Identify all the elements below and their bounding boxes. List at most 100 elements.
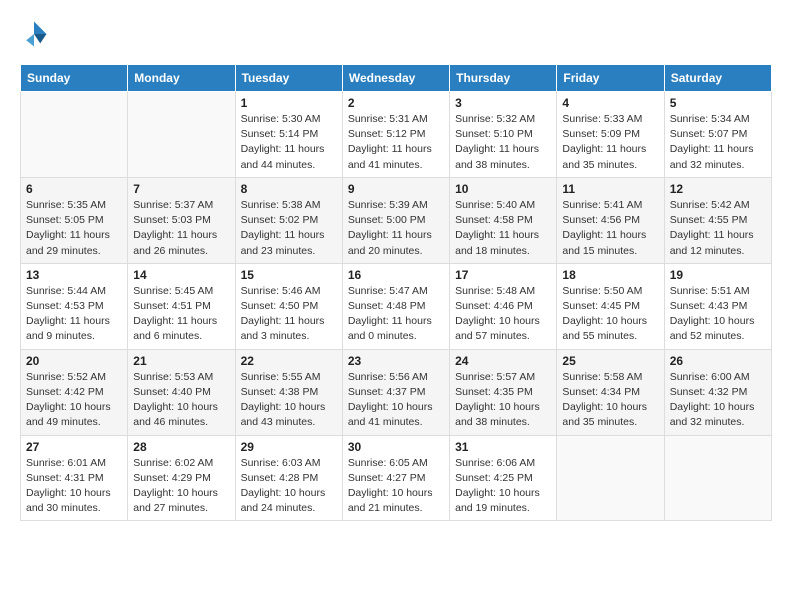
day-info: Sunrise: 5:48 AM Sunset: 4:46 PM Dayligh… xyxy=(455,284,551,345)
calendar-day-cell: 28 Sunrise: 6:02 AM Sunset: 4:29 PM Dayli… xyxy=(128,435,235,521)
calendar-day-cell xyxy=(664,435,771,521)
day-number: 11 xyxy=(562,182,658,196)
day-info: Sunrise: 5:41 AM Sunset: 4:56 PM Dayligh… xyxy=(562,198,658,259)
day-number: 24 xyxy=(455,354,551,368)
day-number: 22 xyxy=(241,354,337,368)
calendar-day-cell: 7Sunrise: 5:37 AM Sunset: 5:03 PM Daylig… xyxy=(128,177,235,263)
day-number: 6 xyxy=(26,182,122,196)
day-info: Sunrise: 5:51 AM Sunset: 4:43 PM Dayligh… xyxy=(670,284,766,345)
day-info: Sunrise: 5:33 AM Sunset: 5:09 PM Dayligh… xyxy=(562,112,658,173)
calendar-day-cell: 23Sunrise: 5:56 AM Sunset: 4:37 PM Dayli… xyxy=(342,349,449,435)
day-info: Sunrise: 5:52 AM Sunset: 4:42 PM Dayligh… xyxy=(26,370,122,431)
calendar-day-cell: 31Sunrise: 6:06 AM Sunset: 4:25 PM Dayli… xyxy=(450,435,557,521)
day-number: 8 xyxy=(241,182,337,196)
calendar-day-cell: 12 Sunrise: 5:42 AM Sunset: 4:55 PM Dayli… xyxy=(664,177,771,263)
day-number: 3 xyxy=(455,96,551,110)
day-info: Sunrise: 5:55 AM Sunset: 4:38 PM Dayligh… xyxy=(241,370,337,431)
calendar-day-cell: 6Sunrise: 5:35 AM Sunset: 5:05 PM Daylig… xyxy=(21,177,128,263)
calendar-day-cell: 4Sunrise: 5:33 AM Sunset: 5:09 PM Daylig… xyxy=(557,92,664,178)
day-info: Sunrise: 6:06 AM Sunset: 4:25 PM Dayligh… xyxy=(455,456,551,517)
calendar-day-cell xyxy=(557,435,664,521)
calendar-day-cell: 18 Sunrise: 5:50 AM Sunset: 4:45 PM Dayli… xyxy=(557,263,664,349)
weekday-label: Friday xyxy=(557,65,664,92)
logo-icon xyxy=(20,20,48,48)
day-info: Sunrise: 5:47 AM Sunset: 4:48 PM Dayligh… xyxy=(348,284,444,345)
calendar-week-row: 20Sunrise: 5:52 AM Sunset: 4:42 PM Dayli… xyxy=(21,349,772,435)
day-number: 10 xyxy=(455,182,551,196)
calendar-day-cell: 17Sunrise: 5:48 AM Sunset: 4:46 PM Dayli… xyxy=(450,263,557,349)
day-info: Sunrise: 5:44 AM Sunset: 4:53 PM Dayligh… xyxy=(26,284,122,345)
day-info: Sunrise: 6:02 AM Sunset: 4:29 PM Dayligh… xyxy=(133,456,229,517)
calendar-day-cell: 19 Sunrise: 5:51 AM Sunset: 4:43 PM Dayli… xyxy=(664,263,771,349)
day-info: Sunrise: 6:03 AM Sunset: 4:28 PM Dayligh… xyxy=(241,456,337,517)
day-info: Sunrise: 5:50 AM Sunset: 4:45 PM Dayligh… xyxy=(562,284,658,345)
calendar-day-cell xyxy=(128,92,235,178)
day-number: 5 xyxy=(670,96,766,110)
day-number: 2 xyxy=(348,96,444,110)
day-number: 29 xyxy=(241,440,337,454)
calendar-day-cell: 27 Sunrise: 6:01 AM Sunset: 4:31 PM Dayli… xyxy=(21,435,128,521)
day-info: Sunrise: 5:46 AM Sunset: 4:50 PM Dayligh… xyxy=(241,284,337,345)
day-info: Sunrise: 5:40 AM Sunset: 4:58 PM Dayligh… xyxy=(455,198,551,259)
calendar-day-cell: 5 Sunrise: 5:34 AM Sunset: 5:07 PM Daylig… xyxy=(664,92,771,178)
day-info: Sunrise: 5:45 AM Sunset: 4:51 PM Dayligh… xyxy=(133,284,229,345)
weekday-label: Sunday xyxy=(21,65,128,92)
day-info: Sunrise: 6:00 AM Sunset: 4:32 PM Dayligh… xyxy=(670,370,766,431)
day-number: 30 xyxy=(348,440,444,454)
day-info: Sunrise: 6:05 AM Sunset: 4:27 PM Dayligh… xyxy=(348,456,444,517)
page-header xyxy=(20,20,772,48)
day-number: 14 xyxy=(133,268,229,282)
calendar-day-cell: 25Sunrise: 5:58 AM Sunset: 4:34 PM Dayli… xyxy=(557,349,664,435)
day-number: 12 xyxy=(670,182,766,196)
calendar-body: 1 Sunrise: 5:30 AM Sunset: 5:14 PM Daylig… xyxy=(21,92,772,521)
calendar-table: SundayMondayTuesdayWednesdayThursdayFrid… xyxy=(20,64,772,521)
day-info: Sunrise: 5:42 AM Sunset: 4:55 PM Dayligh… xyxy=(670,198,766,259)
calendar-day-cell: 24 Sunrise: 5:57 AM Sunset: 4:35 PM Dayli… xyxy=(450,349,557,435)
weekday-label: Tuesday xyxy=(235,65,342,92)
day-info: Sunrise: 5:57 AM Sunset: 4:35 PM Dayligh… xyxy=(455,370,551,431)
weekday-label: Wednesday xyxy=(342,65,449,92)
calendar-day-cell: 29 Sunrise: 6:03 AM Sunset: 4:28 PM Dayli… xyxy=(235,435,342,521)
calendar-week-row: 13 Sunrise: 5:44 AM Sunset: 4:53 PM Dayli… xyxy=(21,263,772,349)
calendar-day-cell: 16 Sunrise: 5:47 AM Sunset: 4:48 PM Dayli… xyxy=(342,263,449,349)
calendar-day-cell xyxy=(21,92,128,178)
calendar-day-cell: 10 Sunrise: 5:40 AM Sunset: 4:58 PM Dayli… xyxy=(450,177,557,263)
day-number: 13 xyxy=(26,268,122,282)
calendar-day-cell: 1 Sunrise: 5:30 AM Sunset: 5:14 PM Daylig… xyxy=(235,92,342,178)
logo xyxy=(20,20,54,48)
weekday-header-row: SundayMondayTuesdayWednesdayThursdayFrid… xyxy=(21,65,772,92)
day-number: 27 xyxy=(26,440,122,454)
calendar-day-cell: 22 Sunrise: 5:55 AM Sunset: 4:38 PM Dayli… xyxy=(235,349,342,435)
day-info: Sunrise: 5:58 AM Sunset: 4:34 PM Dayligh… xyxy=(562,370,658,431)
calendar-day-cell: 13 Sunrise: 5:44 AM Sunset: 4:53 PM Dayli… xyxy=(21,263,128,349)
day-number: 9 xyxy=(348,182,444,196)
day-number: 1 xyxy=(241,96,337,110)
calendar-day-cell: 21Sunrise: 5:53 AM Sunset: 4:40 PM Dayli… xyxy=(128,349,235,435)
day-number: 15 xyxy=(241,268,337,282)
day-info: Sunrise: 6:01 AM Sunset: 4:31 PM Dayligh… xyxy=(26,456,122,517)
day-number: 18 xyxy=(562,268,658,282)
day-number: 26 xyxy=(670,354,766,368)
day-info: Sunrise: 5:31 AM Sunset: 5:12 PM Dayligh… xyxy=(348,112,444,173)
calendar-day-cell: 3 Sunrise: 5:32 AM Sunset: 5:10 PM Daylig… xyxy=(450,92,557,178)
calendar-day-cell: 11 Sunrise: 5:41 AM Sunset: 4:56 PM Dayli… xyxy=(557,177,664,263)
day-info: Sunrise: 5:34 AM Sunset: 5:07 PM Dayligh… xyxy=(670,112,766,173)
calendar-day-cell: 26 Sunrise: 6:00 AM Sunset: 4:32 PM Dayli… xyxy=(664,349,771,435)
calendar-day-cell: 14 Sunrise: 5:45 AM Sunset: 4:51 PM Dayli… xyxy=(128,263,235,349)
day-info: Sunrise: 5:38 AM Sunset: 5:02 PM Dayligh… xyxy=(241,198,337,259)
calendar-day-cell: 20Sunrise: 5:52 AM Sunset: 4:42 PM Dayli… xyxy=(21,349,128,435)
calendar-day-cell: 2 Sunrise: 5:31 AM Sunset: 5:12 PM Daylig… xyxy=(342,92,449,178)
day-info: Sunrise: 5:32 AM Sunset: 5:10 PM Dayligh… xyxy=(455,112,551,173)
calendar-week-row: 6Sunrise: 5:35 AM Sunset: 5:05 PM Daylig… xyxy=(21,177,772,263)
calendar-day-cell: 9Sunrise: 5:39 AM Sunset: 5:00 PM Daylig… xyxy=(342,177,449,263)
day-number: 28 xyxy=(133,440,229,454)
day-number: 23 xyxy=(348,354,444,368)
day-number: 16 xyxy=(348,268,444,282)
weekday-label: Thursday xyxy=(450,65,557,92)
day-info: Sunrise: 5:30 AM Sunset: 5:14 PM Dayligh… xyxy=(241,112,337,173)
day-number: 19 xyxy=(670,268,766,282)
calendar-day-cell: 30 Sunrise: 6:05 AM Sunset: 4:27 PM Dayli… xyxy=(342,435,449,521)
calendar-day-cell: 8 Sunrise: 5:38 AM Sunset: 5:02 PM Daylig… xyxy=(235,177,342,263)
day-number: 7 xyxy=(133,182,229,196)
calendar-day-cell: 15 Sunrise: 5:46 AM Sunset: 4:50 PM Dayli… xyxy=(235,263,342,349)
